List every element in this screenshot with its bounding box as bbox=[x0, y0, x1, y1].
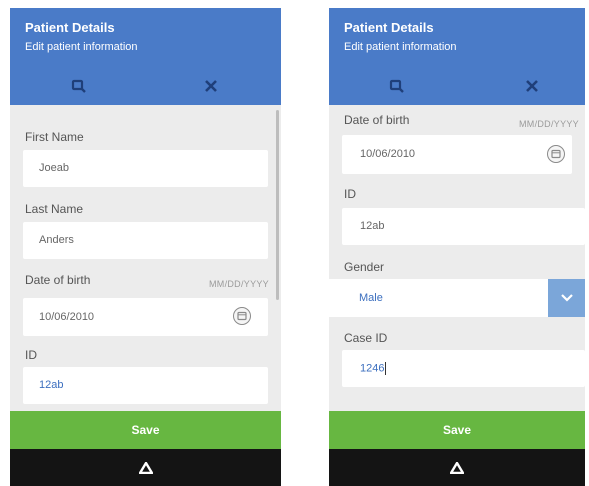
save-button[interactable]: Save bbox=[10, 411, 281, 449]
dob-format-hint: MM/DD/YYYY bbox=[518, 119, 579, 129]
first-name-field[interactable]: Joeab bbox=[23, 150, 268, 187]
id-field[interactable]: 12ab bbox=[342, 208, 585, 245]
dob-value: 10/06/2010 bbox=[360, 148, 416, 160]
search-icon bbox=[389, 79, 404, 93]
id-label: ID bbox=[344, 187, 356, 201]
phone-screen-right: Patient Details Edit patient information… bbox=[329, 8, 585, 486]
last-name-label: Last Name bbox=[25, 202, 84, 216]
last-name-field[interactable]: Anders bbox=[23, 222, 268, 259]
gender-dropdown-button[interactable] bbox=[548, 279, 585, 317]
chevron-down-icon bbox=[560, 294, 573, 302]
dob-format-hint: MM/DD/YYYY bbox=[208, 279, 269, 289]
form-area[interactable]: First Name Joeab Last Name Anders Date o… bbox=[10, 105, 281, 411]
close-button[interactable] bbox=[520, 74, 544, 98]
form-area[interactable]: Date of birth MM/DD/YYYY 10/06/2010 ID 1… bbox=[329, 105, 585, 411]
last-name-value: Anders bbox=[39, 234, 74, 246]
search-button[interactable] bbox=[385, 74, 409, 98]
search-button[interactable] bbox=[67, 74, 91, 98]
close-icon bbox=[526, 80, 538, 92]
first-name-label: First Name bbox=[25, 130, 84, 144]
home-icon[interactable] bbox=[450, 461, 464, 474]
id-field[interactable]: 12ab bbox=[23, 367, 268, 404]
close-button[interactable] bbox=[199, 74, 223, 98]
navigation-bar bbox=[329, 449, 585, 486]
app-header: Patient Details Edit patient information bbox=[10, 8, 281, 105]
app-header: Patient Details Edit patient information bbox=[329, 8, 585, 105]
dob-label: Date of birth bbox=[344, 113, 410, 127]
phone-screen-left: Patient Details Edit patient information… bbox=[10, 8, 281, 486]
case-id-value: 1246 bbox=[360, 362, 385, 375]
id-value: 12ab bbox=[39, 379, 64, 391]
calendar-icon[interactable] bbox=[546, 144, 566, 164]
first-name-value: Joeab bbox=[39, 162, 69, 174]
header-title: Patient Details bbox=[25, 20, 115, 35]
case-id-label: Case ID bbox=[344, 331, 388, 345]
text-cursor bbox=[385, 362, 387, 375]
calendar-icon[interactable] bbox=[232, 306, 252, 326]
gender-select[interactable]: Male bbox=[329, 279, 585, 317]
case-id-field[interactable]: 1246 bbox=[342, 350, 585, 387]
gender-value: Male bbox=[359, 292, 383, 304]
id-label: ID bbox=[25, 348, 37, 362]
save-button[interactable]: Save bbox=[329, 411, 585, 449]
search-icon bbox=[71, 79, 86, 93]
scrollbar[interactable] bbox=[276, 110, 279, 300]
id-value: 12ab bbox=[360, 220, 385, 232]
close-icon bbox=[205, 80, 217, 92]
navigation-bar bbox=[10, 449, 281, 486]
dob-field[interactable]: 10/06/2010 bbox=[23, 298, 268, 336]
header-subtitle: Edit patient information bbox=[25, 41, 138, 53]
home-icon[interactable] bbox=[138, 461, 153, 474]
dob-field[interactable]: 10/06/2010 bbox=[342, 135, 572, 174]
header-title: Patient Details bbox=[344, 20, 434, 35]
dob-label: Date of birth bbox=[25, 273, 91, 287]
header-subtitle: Edit patient information bbox=[344, 41, 457, 53]
gender-label: Gender bbox=[344, 260, 385, 274]
dob-value: 10/06/2010 bbox=[39, 311, 95, 323]
